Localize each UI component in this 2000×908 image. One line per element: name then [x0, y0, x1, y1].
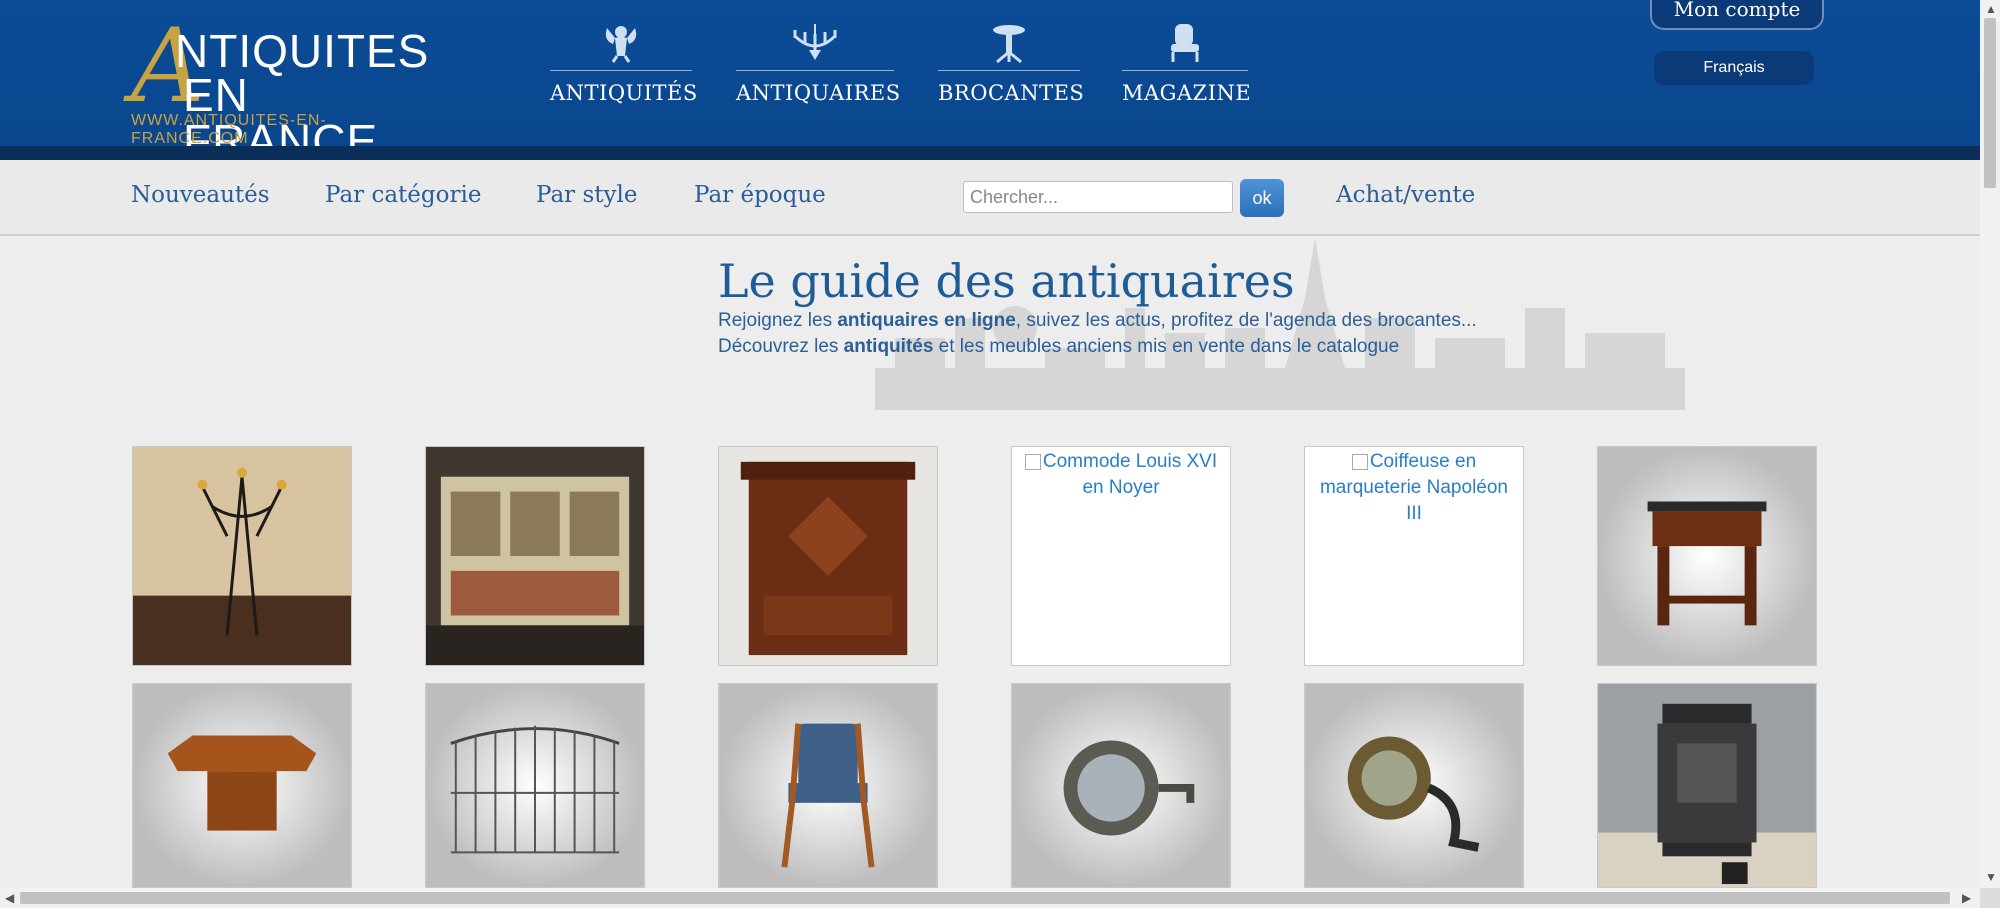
nav-antiquites[interactable]: ANTIQUITÉS — [550, 22, 698, 105]
product-tile[interactable] — [1597, 683, 1817, 888]
product-tile[interactable] — [1597, 446, 1817, 666]
nav-divider — [550, 70, 692, 71]
bookcase-image — [426, 447, 644, 665]
product-tile[interactable] — [1304, 683, 1524, 888]
account-button[interactable]: Mon compte — [1650, 0, 1824, 30]
nav-divider — [736, 70, 894, 71]
site-header: A NTIQUITES EN FRANCE WWW.ANTIQUITES-EN-… — [0, 0, 1980, 165]
nav-divider — [938, 70, 1080, 71]
product-tile[interactable] — [718, 446, 938, 666]
product-tile[interactable] — [718, 683, 938, 888]
antiquaires-link[interactable]: antiquaires en ligne — [837, 310, 1015, 331]
product-tile[interactable] — [132, 446, 352, 666]
nav-achat-vente[interactable]: Achat/vente — [1336, 182, 1475, 208]
product-tile[interactable] — [132, 683, 352, 888]
scroll-right-icon[interactable]: ▶ — [1962, 891, 1971, 905]
octagonal-table-image — [133, 684, 351, 887]
chandelier-icon — [793, 24, 837, 60]
armoire-image — [719, 447, 937, 665]
chair-image — [719, 684, 937, 887]
search-input[interactable] — [963, 181, 1233, 213]
projector-lamp-image — [1012, 684, 1230, 887]
hero-text: , suivez les actus, profitez de l'agenda… — [1015, 310, 1477, 331]
product-tile[interactable] — [425, 683, 645, 888]
nav-nouveautes[interactable]: Nouveautés — [131, 182, 270, 208]
hero-text: Découvrez les — [718, 336, 844, 357]
nav-par-epoque[interactable]: Par époque — [694, 182, 826, 208]
antiquites-link[interactable]: antiquités — [844, 336, 934, 357]
hero-line-1: Rejoignez les antiquaires en ligne, suiv… — [718, 310, 1477, 332]
product-alt-text: Coiffeuse en marqueterie Napoléon III — [1319, 451, 1508, 524]
nav-label: ANTIQUAIRES — [736, 81, 901, 105]
nav-par-style[interactable]: Par style — [536, 182, 637, 208]
scroll-down-icon[interactable]: ▼ — [1985, 870, 1997, 884]
scroll-up-icon[interactable]: ▲ — [1985, 2, 1997, 16]
product-alt-text: Commode Louis XVI en Noyer — [1012, 447, 1230, 501]
nav-par-categorie[interactable]: Par catégorie — [325, 182, 481, 208]
product-tile[interactable] — [1011, 683, 1231, 888]
nav-brocantes[interactable]: BROCANTES — [938, 22, 1085, 105]
secondary-nav: Nouveautés Par catégorie Par style Par é… — [0, 160, 1980, 236]
vertical-scrollbar[interactable]: ▲ ▼ — [1980, 0, 2000, 888]
logo-url: WWW.ANTIQUITES-EN-FRANCE.COM — [131, 112, 327, 147]
product-tile[interactable]: Commode Louis XVI en Noyer — [1011, 446, 1231, 666]
scroll-left-icon[interactable]: ◀ — [5, 891, 14, 905]
armchair-icon — [1171, 24, 1199, 62]
product-tile[interactable]: Coiffeuse en marqueterie Napoléon III — [1304, 446, 1524, 666]
search-button[interactable]: ok — [1240, 179, 1284, 217]
hero-text: Rejoignez les — [718, 310, 838, 331]
cherub-icon — [605, 26, 637, 63]
vertical-scroll-thumb[interactable] — [1984, 18, 1996, 188]
site-logo[interactable]: A NTIQUITES EN FRANCE WWW.ANTIQUITES-EN-… — [131, 16, 441, 165]
pedestal-table-icon — [993, 25, 1025, 64]
horizontal-scroll-thumb[interactable] — [20, 892, 1950, 904]
nav-label: BROCANTES — [938, 81, 1085, 105]
nav-magazine[interactable]: MAGAZINE — [1122, 22, 1252, 105]
console-image — [1598, 447, 1816, 665]
hero-text: et les meubles anciens mis en vente dans… — [933, 336, 1400, 357]
page-title: Le guide des antiquaires — [718, 254, 1295, 308]
coat-stand-image — [133, 447, 351, 665]
nav-divider — [1122, 70, 1248, 71]
language-button[interactable]: Français — [1654, 51, 1814, 85]
scrollbar-corner — [1980, 888, 2000, 908]
iron-gate-image — [426, 684, 644, 887]
nav-label: MAGAZINE — [1122, 81, 1252, 105]
ship-lamp-image — [1305, 684, 1523, 887]
stove-image — [1598, 684, 1816, 887]
header-stripe — [0, 146, 1980, 160]
broken-image-icon — [1351, 453, 1368, 470]
logo-line-1: NTIQUITES — [175, 25, 430, 77]
broken-image-icon — [1024, 453, 1041, 470]
horizontal-scrollbar[interactable]: ◀ ▶ — [0, 888, 1980, 908]
nav-label: ANTIQUITÉS — [550, 81, 698, 105]
hero-line-2: Découvrez les antiquités et les meubles … — [718, 336, 1399, 358]
product-tile[interactable] — [425, 446, 645, 666]
nav-antiquaires[interactable]: ANTIQUAIRES — [736, 22, 901, 105]
